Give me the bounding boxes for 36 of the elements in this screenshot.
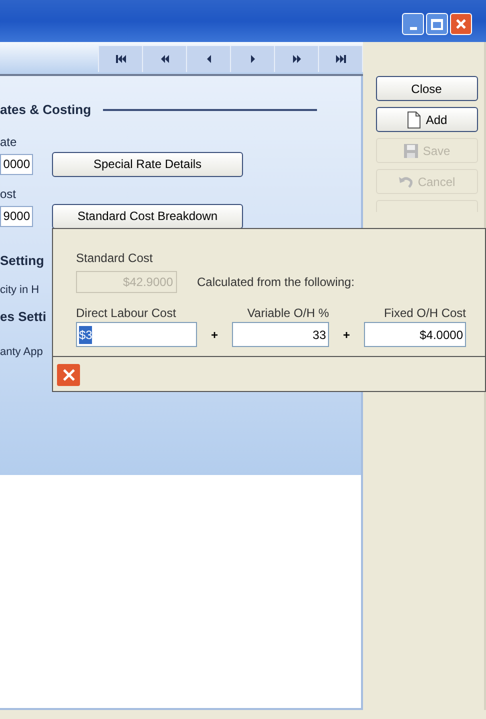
close-button[interactable]	[57, 364, 80, 386]
page-icon	[406, 110, 422, 128]
field-label: Standard Cost	[76, 250, 154, 267]
side-button[interactable]: Add	[376, 107, 478, 132]
field-label: anty App	[0, 345, 43, 360]
field-label: ost	[0, 186, 18, 202]
rate-field[interactable]: 0000	[0, 154, 33, 174]
special-rate-details-button[interactable]: Special Rate Details	[52, 152, 243, 176]
close-button[interactable]	[450, 13, 472, 35]
field-label: ate	[0, 134, 18, 150]
field-label: city in H	[0, 283, 40, 298]
maximize-button[interactable]	[426, 13, 448, 35]
cost-field[interactable]: 9000	[0, 206, 33, 226]
plus-sign: +	[342, 326, 351, 344]
field-label: Variable O/H %	[246, 305, 329, 322]
input-field[interactable]: $3	[76, 322, 197, 347]
rewind-icon	[160, 54, 170, 64]
undo-icon	[398, 174, 414, 188]
rewind-icon	[116, 54, 126, 64]
field-label: Fixed O/H Cost	[382, 305, 466, 322]
forward-icon	[292, 54, 302, 64]
standard-cost-breakdown-button[interactable]: Standard Cost Breakdown	[52, 204, 243, 228]
close-icon	[62, 368, 76, 382]
calculation-note: Calculated from the following:	[197, 274, 354, 291]
section-heading: es Setti	[0, 308, 46, 326]
standard-cost-field: $42.9000	[76, 271, 177, 293]
plus-sign: +	[210, 326, 219, 344]
section-heading: ates & Costing	[0, 101, 92, 119]
forward-icon	[336, 54, 346, 64]
side-button[interactable]: Close	[376, 76, 478, 101]
field-label: Direct Labour Cost	[76, 305, 178, 322]
section-heading: Setting	[0, 252, 44, 270]
close-icon	[455, 18, 467, 30]
input-field[interactable]: $4.0000	[364, 322, 466, 347]
input-field[interactable]: 33	[232, 322, 329, 347]
minimize-button[interactable]	[402, 13, 424, 35]
